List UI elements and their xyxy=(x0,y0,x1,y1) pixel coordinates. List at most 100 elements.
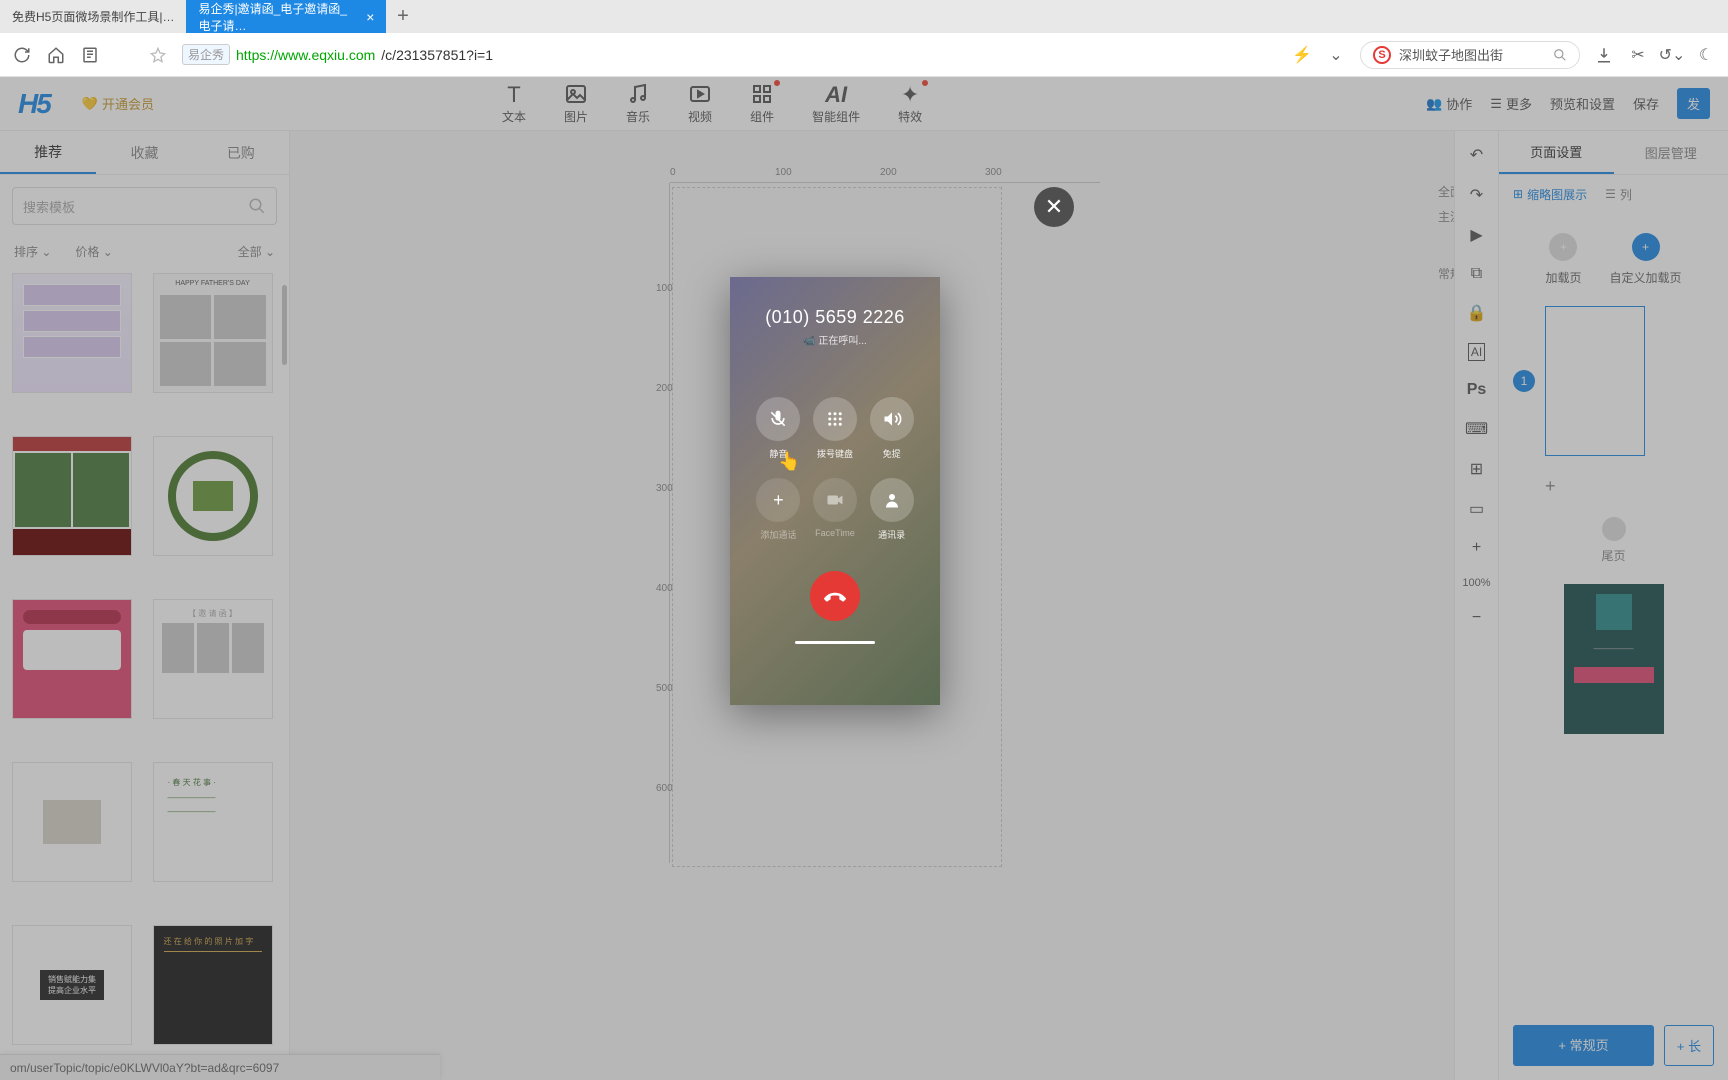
tab-recommend[interactable]: 推荐 xyxy=(0,131,96,174)
zoom-out-icon[interactable]: − xyxy=(1472,609,1481,627)
sparkle-icon: ✦ xyxy=(898,82,922,106)
close-popup-button[interactable]: ✕ xyxy=(1034,187,1074,227)
end-page-icon xyxy=(1602,517,1626,541)
tool-image[interactable]: 图片 xyxy=(564,82,588,125)
diamond-icon: 💛 xyxy=(82,96,98,112)
call-contacts[interactable]: 通讯录 xyxy=(863,478,920,541)
ruler-vertical: 100 200 300 400 500 600 xyxy=(656,183,670,863)
call-facetime[interactable]: FaceTime xyxy=(807,478,864,541)
filter-row: 排序 ⌄ 价格 ⌄ 全部 ⌄ xyxy=(0,237,289,265)
tool-music[interactable]: 音乐 xyxy=(626,82,650,125)
download-icon[interactable] xyxy=(1594,45,1614,65)
music-icon xyxy=(626,82,650,106)
add-page-below[interactable]: + xyxy=(1545,476,1714,497)
call-mute[interactable]: 静音 xyxy=(750,397,807,460)
template-item[interactable]: 还 在 给 你 的 照 片 加 字 xyxy=(153,925,273,1045)
keyboard-icon[interactable]: ⌨ xyxy=(1465,419,1488,439)
template-item[interactable] xyxy=(12,436,132,556)
add-long-page-button[interactable]: + 长 xyxy=(1664,1025,1714,1066)
page-thumb-1[interactable]: 1 xyxy=(1513,306,1714,456)
home-icon[interactable] xyxy=(46,45,66,65)
tab-favorite[interactable]: 收藏 xyxy=(96,131,192,174)
read-icon[interactable] xyxy=(80,45,100,65)
zoom-in-icon[interactable]: + xyxy=(1472,539,1481,557)
sogou-icon: S xyxy=(1373,46,1391,64)
view-thumbnail[interactable]: ⊞缩略图展示 xyxy=(1513,186,1587,203)
add-normal-page-button[interactable]: + 常规页 xyxy=(1513,1025,1654,1066)
preview-button[interactable]: 预览和设置 xyxy=(1550,94,1615,113)
template-item[interactable]: · 春 天 花 事 ·———————————— xyxy=(153,762,273,882)
tab-purchased[interactable]: 已购 xyxy=(193,131,289,174)
template-item[interactable] xyxy=(12,273,132,393)
redo-icon[interactable]: ↷ xyxy=(1470,185,1483,205)
call-keypad[interactable]: 拨号键盘 xyxy=(807,397,864,460)
zoom-level: 100% xyxy=(1462,577,1490,589)
scrollbar[interactable] xyxy=(282,285,287,365)
publish-button[interactable]: 发 xyxy=(1677,88,1710,119)
call-speaker[interactable]: 免提 xyxy=(863,397,920,460)
filter-all[interactable]: 全部 ⌄ xyxy=(238,243,275,260)
template-item[interactable]: HAPPY FATHER'S DAY xyxy=(153,273,273,393)
add-custom-load-page[interactable]: + 自定义加载页 xyxy=(1610,233,1682,286)
tool-text[interactable]: T 文本 xyxy=(502,82,526,125)
facetime-icon xyxy=(813,478,857,522)
promo-card[interactable]: ————— xyxy=(1564,584,1664,734)
hangup-button[interactable] xyxy=(810,571,860,621)
filter-price[interactable]: 价格 ⌄ xyxy=(75,243,112,260)
reload-icon[interactable] xyxy=(12,45,32,65)
browser-tab-0[interactable]: 免费H5页面微场景制作工具|… xyxy=(0,0,186,33)
ocr-icon[interactable]: AI xyxy=(1468,343,1485,361)
flash-icon[interactable]: ⚡ xyxy=(1292,45,1312,65)
site-name: 易企秀 xyxy=(182,44,230,65)
add-load-page[interactable]: + 加载页 xyxy=(1545,233,1581,286)
call-add[interactable]: + 添加通话 xyxy=(750,478,807,541)
undo-icon[interactable]: ↶ xyxy=(1470,145,1483,165)
play-icon[interactable]: ▶ xyxy=(1470,225,1482,245)
collab-button[interactable]: 👥协作 xyxy=(1426,94,1472,113)
history-icon[interactable]: ↺⌄ xyxy=(1662,45,1682,65)
left-tabs: 推荐 收藏 已购 xyxy=(0,131,289,175)
tool-effect[interactable]: ✦ 特效 xyxy=(898,82,922,125)
promo-text: ————— xyxy=(1594,644,1634,653)
template-item[interactable]: 【 邀 请 函 】 xyxy=(153,599,273,719)
more-button[interactable]: ☰更多 xyxy=(1490,94,1532,113)
lock-icon[interactable]: 🔒 xyxy=(1467,303,1487,323)
main-area: 推荐 收藏 已购 搜索模板 排序 ⌄ 价格 ⌄ 全部 ⌄ HAPPY FATHE… xyxy=(0,131,1728,1080)
star-icon[interactable] xyxy=(148,45,168,65)
vip-button[interactable]: 💛 开通会员 xyxy=(82,94,154,113)
moon-icon[interactable]: ☾ xyxy=(1696,45,1716,65)
tab-page-settings[interactable]: 页面设置 xyxy=(1499,131,1614,174)
template-item[interactable] xyxy=(12,762,132,882)
chevron-down-icon[interactable]: ⌄ xyxy=(1326,45,1346,65)
plus-icon: + xyxy=(1549,233,1577,261)
tool-video[interactable]: 视频 xyxy=(688,82,712,125)
browser-tab-1[interactable]: 易企秀|邀请函_电子邀请函_电子请… × xyxy=(186,0,386,33)
template-item[interactable]: 销售赋能力集提高企业水平 xyxy=(12,925,132,1045)
close-icon[interactable]: × xyxy=(366,9,374,25)
end-page[interactable]: 尾页 xyxy=(1499,517,1728,564)
keypad-icon xyxy=(813,397,857,441)
filter-sort[interactable]: 排序 ⌄ xyxy=(14,243,51,260)
tab-layer-manage[interactable]: 图层管理 xyxy=(1614,131,1728,174)
view-list[interactable]: ☰列 xyxy=(1605,186,1632,203)
tool-component[interactable]: 组件 xyxy=(750,82,774,125)
mute-icon xyxy=(756,397,800,441)
new-tab-button[interactable]: + xyxy=(386,5,419,28)
url-input[interactable]: 易企秀 https://www.eqxiu.com/c/231357851?i=… xyxy=(182,44,1278,65)
grid-icon[interactable]: ⊞ xyxy=(1470,459,1483,479)
tool-ai[interactable]: AI 智能组件 xyxy=(812,82,860,125)
url-path: /c/231357851?i=1 xyxy=(381,47,493,63)
template-item[interactable] xyxy=(12,599,132,719)
mobile-icon[interactable]: ▭ xyxy=(1469,499,1484,519)
save-button[interactable]: 保存 xyxy=(1633,94,1659,113)
address-bar: 易企秀 https://www.eqxiu.com/c/231357851?i=… xyxy=(0,33,1728,77)
scissors-icon[interactable]: ✂ xyxy=(1628,45,1648,65)
app-toolbar: H5 💛 开通会员 T 文本 图片 音乐 视频 组件 AI 智能组件 xyxy=(0,77,1728,131)
browser-search[interactable]: S 深圳蚊子地图出街 xyxy=(1360,41,1580,69)
template-item[interactable] xyxy=(153,436,273,556)
ps-icon[interactable]: Ps xyxy=(1467,381,1487,399)
copy-icon[interactable]: ⧉ xyxy=(1471,265,1482,283)
app-logo[interactable]: H5 xyxy=(18,88,50,120)
image-icon xyxy=(564,82,588,106)
template-search[interactable]: 搜索模板 xyxy=(12,187,277,225)
